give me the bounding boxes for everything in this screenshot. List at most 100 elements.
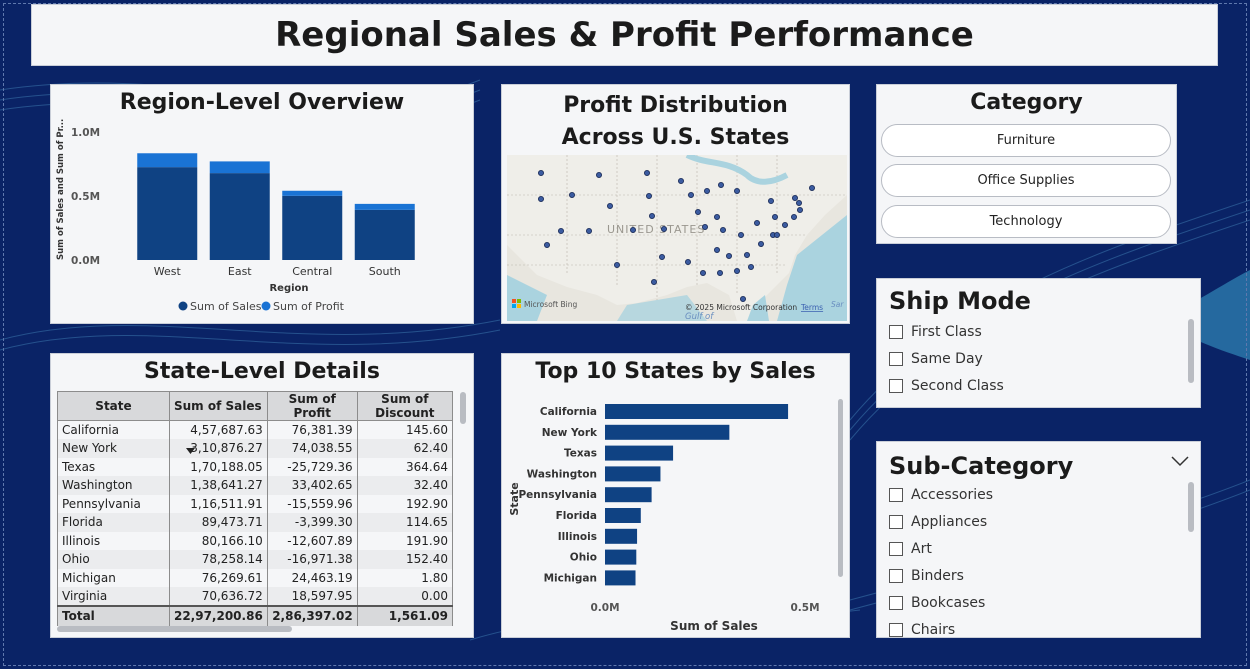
sub-category-option-appliances[interactable]: Appliances	[889, 511, 987, 533]
table-row[interactable]: Washington 1,38,641.27 33,402.65 32.40	[57, 476, 454, 495]
cell-profit: -12,607.89	[266, 531, 358, 550]
column-header-profit[interactable]: Sum of Profit	[266, 391, 358, 421]
cell-profit: -15,559.96	[266, 494, 358, 513]
bar-sales-east[interactable]	[209, 173, 270, 260]
table-row[interactable]: Pennsylvania 1,16,511.91 -15,559.96 192.90	[57, 494, 454, 513]
cell-state: Texas	[57, 457, 170, 476]
table-row[interactable]: Florida 89,473.71 -3,399.30 114.65	[57, 513, 454, 532]
bing-label: Microsoft Bing	[524, 300, 577, 309]
sub-category-option-accessories[interactable]: Accessories	[889, 484, 993, 506]
ship-mode-option-second-class[interactable]: Second Class	[889, 375, 1004, 397]
bar-illinois[interactable]	[605, 528, 638, 544]
cell-sales: 1,38,641.27	[168, 476, 268, 495]
bar-profit-west[interactable]	[137, 153, 198, 168]
sub-category-scrollbar[interactable]	[1188, 482, 1194, 532]
bar-profit-south[interactable]	[354, 203, 415, 210]
checkbox[interactable]	[889, 488, 903, 502]
cell-sales: 1,16,511.91	[168, 494, 268, 513]
sub-category-slicer[interactable]: Sub-Category Accessories Appliances Art …	[876, 441, 1201, 638]
state-details-table[interactable]: State Sum of Sales Sum of Profit Sum of …	[57, 391, 454, 626]
cell-state: Michigan	[57, 568, 170, 587]
state-details-visual[interactable]: State-Level Details State Sum of Sales S…	[50, 353, 474, 638]
cell-sales: 76,269.61	[168, 568, 268, 587]
bar-sales-south[interactable]	[354, 209, 415, 260]
cell-sales: 1,70,188.05	[168, 457, 268, 476]
category-option-furniture[interactable]: Furniture	[881, 124, 1171, 157]
ship-mode-slicer[interactable]: Ship Mode First Class Same Day Second Cl…	[876, 278, 1201, 408]
option-label: Binders	[911, 568, 964, 584]
bar-florida[interactable]	[605, 508, 641, 523]
category-option-office-supplies[interactable]: Office Supplies	[881, 164, 1171, 197]
sub-category-title: Sub-Category	[889, 452, 1074, 480]
y-tick-label: Pennsylvania	[518, 489, 597, 501]
cell-state: New York	[57, 439, 170, 458]
checkbox[interactable]	[889, 379, 903, 393]
table-row[interactable]: Michigan 76,269.61 24,463.19 1.80	[57, 568, 454, 587]
cell-state: Florida	[57, 513, 170, 532]
chevron-down-icon[interactable]	[1171, 455, 1189, 467]
option-label: Art	[911, 541, 932, 557]
bar-ohio[interactable]	[605, 549, 637, 565]
legend-profit-marker	[261, 301, 271, 311]
top10-states-visual[interactable]: Top 10 States by Sales State Sum of Sale…	[501, 353, 850, 638]
region-bar-chart[interactable]: Sum of Sales and Sum of Pr... Region 0.0…	[51, 85, 474, 324]
bar-profit-east[interactable]	[209, 161, 270, 174]
cell-state: Virginia	[57, 587, 170, 606]
us-map[interactable]: UNITED STATES Microsoft Bing © 2025 Micr…	[507, 155, 847, 321]
checkbox[interactable]	[889, 542, 903, 556]
table-row[interactable]: New York 3,10,876.27 74,038.55 62.40	[57, 439, 454, 458]
sub-category-option-binders[interactable]: Binders	[889, 565, 964, 587]
checkbox[interactable]	[889, 623, 903, 637]
bar-texas[interactable]	[605, 445, 674, 461]
bar-new-york[interactable]	[605, 424, 730, 440]
ship-mode-option-first-class[interactable]: First Class	[889, 321, 982, 343]
checkbox[interactable]	[889, 569, 903, 583]
checkbox[interactable]	[889, 596, 903, 610]
bar-michigan[interactable]	[605, 570, 636, 586]
cell-discount: 1.80	[356, 568, 454, 587]
bar-sales-west[interactable]	[137, 167, 198, 260]
sub-category-option-art[interactable]: Art	[889, 538, 932, 560]
cell-state: Ohio	[57, 550, 170, 569]
bar-sales-central[interactable]	[282, 195, 343, 260]
bar-washington[interactable]	[605, 466, 661, 482]
table-row[interactable]: Illinois 80,166.10 -12,607.89 191.90	[57, 531, 454, 550]
top10-bar-chart[interactable]: State Sum of Sales CaliforniaNew YorkTex…	[502, 354, 850, 638]
option-label: Same Day	[911, 351, 983, 367]
top10-scrollbar[interactable]	[838, 399, 843, 577]
table-vertical-scrollbar[interactable]	[460, 392, 466, 424]
region-x-axis-label: Region	[269, 283, 308, 294]
cell-discount: 192.90	[356, 494, 454, 513]
map-terms-link[interactable]: Terms	[800, 303, 823, 312]
bar-pennsylvania[interactable]	[605, 487, 652, 503]
table-row[interactable]: Texas 1,70,188.05 -25,729.36 364.64	[57, 457, 454, 476]
table-row[interactable]: Virginia 70,636.72 18,597.95 0.00	[57, 587, 454, 606]
category-slicer[interactable]: Category Furniture Office Supplies Techn…	[876, 84, 1177, 244]
cell-state: California	[57, 420, 170, 439]
map-gulf-label: Gulf of	[685, 312, 715, 321]
checkbox[interactable]	[889, 515, 903, 529]
checkbox[interactable]	[889, 352, 903, 366]
table-horizontal-scrollbar[interactable]	[57, 626, 292, 632]
cell-discount: 145.60	[356, 420, 454, 439]
bar-california[interactable]	[605, 404, 789, 419]
profit-map-visual[interactable]: Profit Distribution Across U.S. States U…	[501, 84, 850, 324]
cell-profit: -25,729.36	[266, 457, 358, 476]
table-row[interactable]: California 4,57,687.63 76,381.39 145.60	[57, 420, 454, 439]
ship-mode-option-same-day[interactable]: Same Day	[889, 348, 983, 370]
sub-category-option-chairs[interactable]: Chairs	[889, 619, 955, 637]
option-label: Bookcases	[911, 595, 986, 611]
column-header-state[interactable]: State	[57, 391, 170, 421]
checkbox[interactable]	[889, 325, 903, 339]
region-overview-visual[interactable]: Region-Level Overview Sum of Sales and S…	[50, 84, 474, 324]
column-header-discount[interactable]: Sum of Discount	[356, 391, 454, 421]
sub-category-option-bookcases[interactable]: Bookcases	[889, 592, 985, 614]
ship-mode-scrollbar[interactable]	[1188, 319, 1194, 383]
total-sales: 22,97,200.86	[168, 604, 268, 626]
cell-sales: 4,57,687.63	[168, 420, 268, 439]
table-row[interactable]: Ohio 78,258.14 -16,971.38 152.40	[57, 550, 454, 569]
category-option-technology[interactable]: Technology	[881, 205, 1171, 238]
bar-profit-central[interactable]	[282, 190, 343, 196]
column-header-sales[interactable]: Sum of Sales	[168, 391, 268, 454]
ship-mode-title: Ship Mode	[889, 287, 1031, 315]
